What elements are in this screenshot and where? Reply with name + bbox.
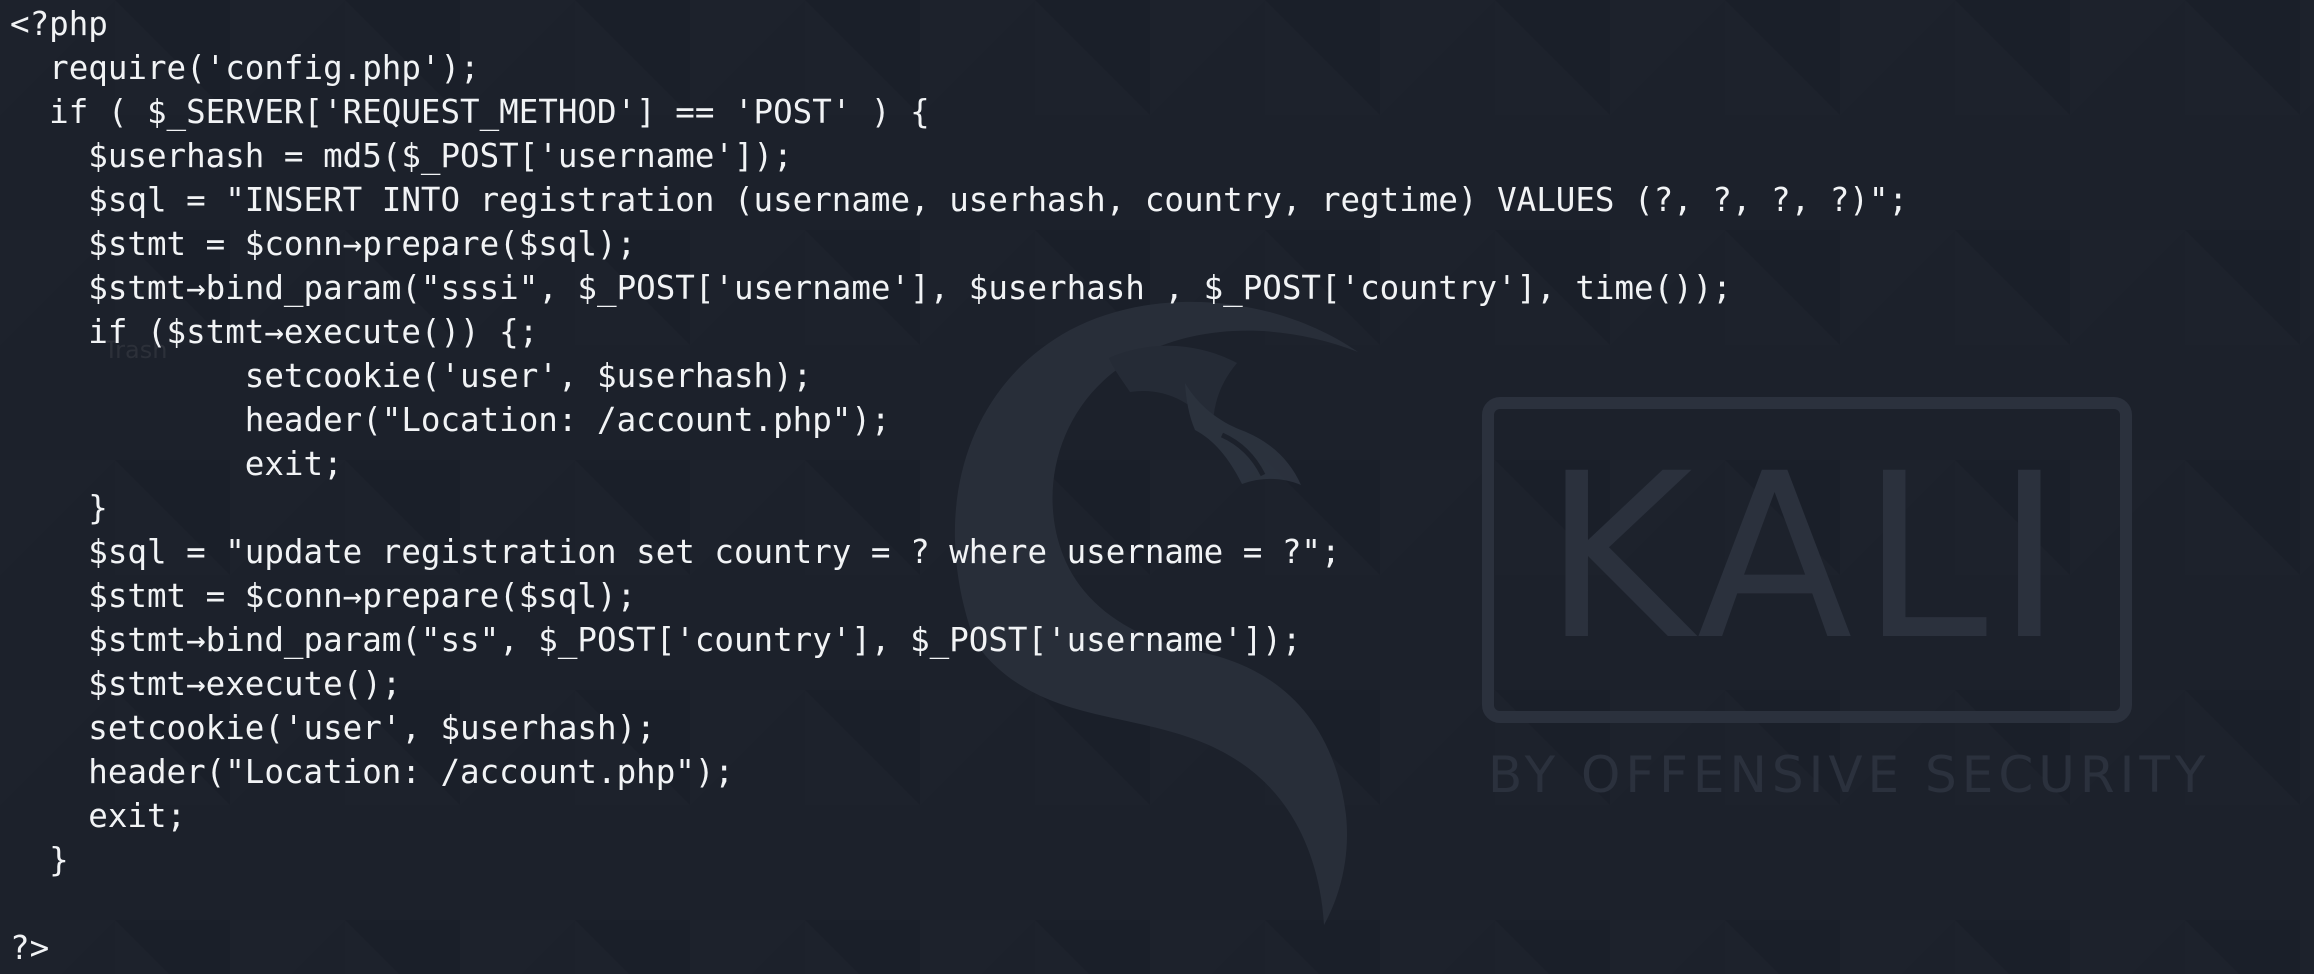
code-line: setcookie('user', $userhash); (10, 357, 813, 395)
code-line: $stmt→bind_param("ss", $_POST['country']… (10, 621, 1302, 659)
code-line: $stmt→bind_param("sssi", $_POST['usernam… (10, 269, 1732, 307)
code-line: ?> (10, 929, 50, 967)
code-line: $stmt = $conn→prepare($sql); (10, 225, 637, 263)
code-line: if ( $_SERVER['REQUEST_METHOD'] == 'POST… (10, 93, 930, 131)
code-line: header("Location: /account.php"); (10, 753, 734, 791)
terminal-screen[interactable]: KALI BY OFFENSIVE SECURITY Trash <?php r… (0, 0, 2314, 974)
code-line: $sql = "INSERT INTO registration (userna… (10, 181, 1908, 219)
code-line: } (10, 841, 69, 879)
code-line: $sql = "update registration set country … (10, 533, 1341, 571)
code-line: } (10, 489, 108, 527)
code-line: if ($stmt→execute()) {; (10, 313, 539, 351)
code-line: exit; (10, 797, 187, 835)
code-line: exit; (10, 445, 343, 483)
php-code-block[interactable]: <?php require('config.php'); if ( $_SERV… (10, 2, 1908, 970)
code-line: <?php (10, 5, 108, 43)
code-line: $stmt→execute(); (10, 665, 402, 703)
code-line: require('config.php'); (10, 49, 480, 87)
code-line: $stmt = $conn→prepare($sql); (10, 577, 637, 615)
code-line: $userhash = md5($_POST['username']); (10, 137, 793, 175)
code-line: setcookie('user', $userhash); (10, 709, 656, 747)
code-line: header("Location: /account.php"); (10, 401, 891, 439)
